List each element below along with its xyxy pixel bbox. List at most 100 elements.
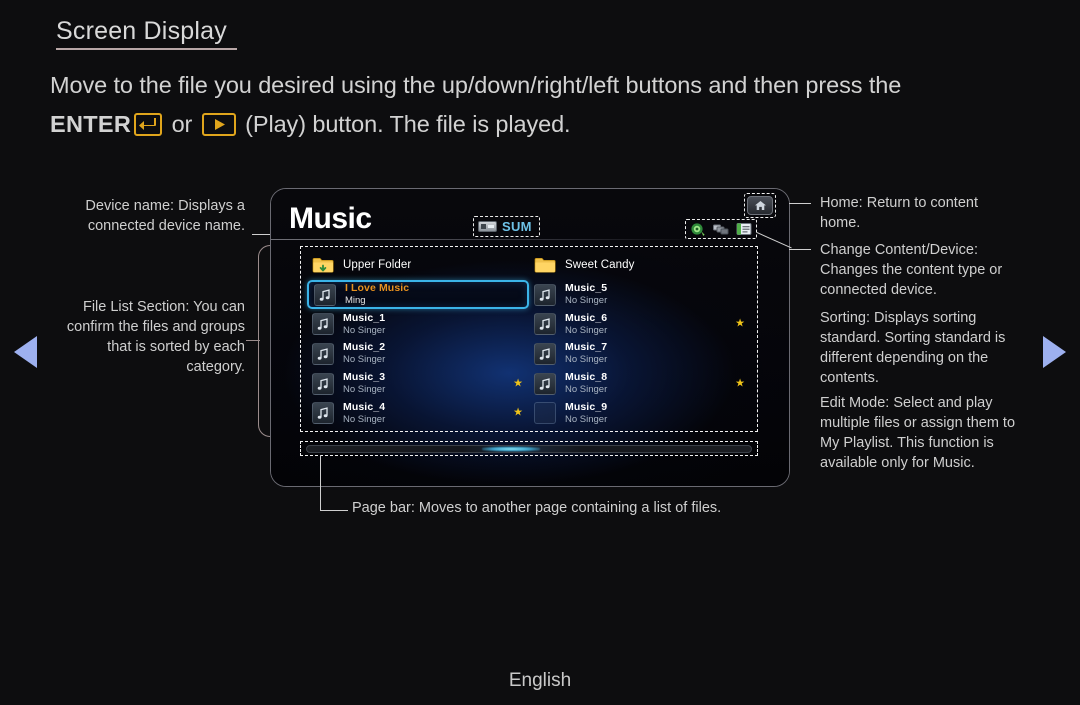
file-list-item-title: Music_7 <box>565 341 608 354</box>
usb-drive-icon <box>478 221 497 232</box>
footer-language: English <box>508 670 572 691</box>
tv-title-divider <box>271 239 701 240</box>
file-list-item-meta: Music_1 No Singer <box>343 311 386 336</box>
file-list-item-meta: Music_5 No Singer <box>565 282 608 307</box>
page-bar[interactable] <box>306 444 752 453</box>
file-list-item-meta: Upper Folder <box>343 259 411 271</box>
instruction-tail: (Play) button. The file is played. <box>238 111 571 137</box>
callout-device-name: Device name: Displays a connected device… <box>60 196 245 236</box>
file-list-item[interactable]: Music_8 No Singer ★ <box>529 369 751 399</box>
file-list-item-subtitle: No Singer <box>343 354 386 366</box>
connector-home <box>789 203 811 204</box>
file-list-item-meta: Music_7 No Singer <box>565 342 607 365</box>
folder-up-icon <box>312 254 334 276</box>
file-list-item-selected[interactable]: I Love Music Ming <box>307 279 529 310</box>
callout-sorting: Sorting: Displays sorting standard. Sort… <box>820 308 1020 388</box>
file-list-item-title: Music_5 <box>565 282 608 295</box>
callout-change-content-text: Change Content/Device: Changes the conte… <box>820 242 1003 298</box>
file-list-item-meta: Music_4 No Singer <box>343 400 386 425</box>
favorite-star-icon: ★ <box>735 317 745 330</box>
callout-edit-mode-text: Edit Mode: Select and play multiple file… <box>820 395 1016 471</box>
callout-home-text: Home: Return to content home. <box>820 195 978 231</box>
tv-screen-panel: Music SUM Upper Folder I Love Music Ming… <box>270 188 790 487</box>
file-list-item[interactable]: Music_3 No Singer ★ <box>307 369 529 399</box>
file-list-item-title: Music_3 <box>343 371 386 384</box>
callout-change-content: Change Content/Device: Changes the conte… <box>820 240 1025 300</box>
enter-key-icon <box>134 113 163 136</box>
page-bar-highlight <box>300 441 758 456</box>
sorting-icon[interactable] <box>690 222 706 236</box>
file-list-item[interactable]: Music_2 No Singer <box>307 339 529 369</box>
music-note-icon <box>534 372 556 395</box>
instruction-or: or <box>165 111 199 137</box>
next-page-arrow-icon[interactable] <box>1043 336 1066 368</box>
file-list-item[interactable]: Music_4 No Singer ★ <box>307 398 529 428</box>
callout-sorting-text: Sorting: Displays sorting standard. Sort… <box>820 310 1006 386</box>
file-list-right-column: Sweet Candy Music_5 No Singer Music_6 No Sin… <box>529 250 751 428</box>
connector-page-bar-horizontal <box>320 510 348 511</box>
file-list-section: Upper Folder I Love Music Ming Music_1 No Si… <box>300 246 758 432</box>
device-name-label: SUM <box>502 219 532 234</box>
music-note-icon <box>317 348 328 360</box>
music-note-icon <box>312 372 334 395</box>
music-note-icon <box>539 288 550 301</box>
music-note-icon <box>314 283 336 306</box>
music-note-icon <box>312 342 334 365</box>
music-note-icon <box>539 348 550 360</box>
file-list-item-meta: Music_3 No Singer <box>343 371 386 396</box>
enter-keyword: ENTER <box>50 111 132 137</box>
instruction-text: Move to the file you desired using the u… <box>50 66 1040 144</box>
prev-page-arrow-icon[interactable] <box>14 336 37 368</box>
file-list-item[interactable]: Sweet Candy <box>529 250 751 280</box>
file-list-item-subtitle: No Singer <box>565 384 608 396</box>
page-title-underline <box>56 48 237 50</box>
folder-up-icon <box>312 258 334 273</box>
file-list-item-title: Music_6 <box>565 311 608 324</box>
music-note-icon <box>312 313 334 336</box>
file-list-item-subtitle: No Singer <box>565 354 608 366</box>
toolbar-icon-cluster <box>685 219 757 239</box>
favorite-star-icon: ★ <box>513 406 523 419</box>
file-list-item[interactable]: Music_6 No Singer ★ <box>529 309 751 339</box>
edit-mode-icon[interactable] <box>736 222 752 236</box>
file-list-item-title: Music_1 <box>343 311 386 324</box>
file-list-item-meta: Music_2 No Singer <box>343 342 385 365</box>
music-note-icon <box>317 407 328 419</box>
connector-change-content <box>789 249 811 250</box>
home-button[interactable] <box>747 196 773 215</box>
music-note-icon <box>317 318 328 331</box>
file-list-item-title: Upper Folder <box>343 258 412 271</box>
file-list-item[interactable]: Music_7 No Singer <box>529 339 751 369</box>
file-list-item-title: I Love Music <box>345 282 410 295</box>
callout-home: Home: Return to content home. <box>820 193 1020 233</box>
music-note-icon <box>534 342 556 365</box>
file-list-item-subtitle: Ming <box>345 295 366 307</box>
empty-icon <box>534 402 556 425</box>
home-icon <box>754 201 766 210</box>
music-note-icon <box>539 377 550 390</box>
music-note-icon <box>534 283 556 306</box>
file-list-item[interactable]: Music_1 No Singer <box>307 309 529 339</box>
change-content-device-icon[interactable] <box>713 222 729 236</box>
callout-page-bar-text: Page bar: Moves to another page containi… <box>352 500 722 516</box>
device-name-chip: SUM <box>473 216 540 237</box>
tv-content-title: Music <box>289 202 372 235</box>
music-note-icon <box>319 288 330 301</box>
favorite-star-icon: ★ <box>735 377 745 390</box>
file-list-item-subtitle: No Singer <box>565 295 608 307</box>
file-list-item[interactable]: Music_9 No Singer <box>529 398 751 428</box>
page-title: Screen Display <box>56 17 227 45</box>
favorite-star-icon: ★ <box>513 377 523 389</box>
file-list-item-title: Music_4 <box>343 400 386 413</box>
file-list-left-column: Upper Folder I Love Music Ming Music_1 No Si… <box>307 250 529 428</box>
file-list-item-title: Music_2 <box>343 341 386 354</box>
file-list-item-subtitle: No Singer <box>343 384 386 396</box>
connector-file-list-stem <box>246 340 260 341</box>
file-list-item-title: Sweet Candy <box>565 258 635 271</box>
file-list-item-subtitle: No Singer <box>343 413 386 425</box>
folder-icon <box>534 254 556 276</box>
file-list-item[interactable]: Music_5 No Singer <box>529 280 751 310</box>
callout-edit-mode: Edit Mode: Select and play multiple file… <box>820 393 1020 473</box>
file-list-item-meta: Sweet Candy <box>565 259 635 271</box>
file-list-item[interactable]: Upper Folder <box>307 250 529 280</box>
